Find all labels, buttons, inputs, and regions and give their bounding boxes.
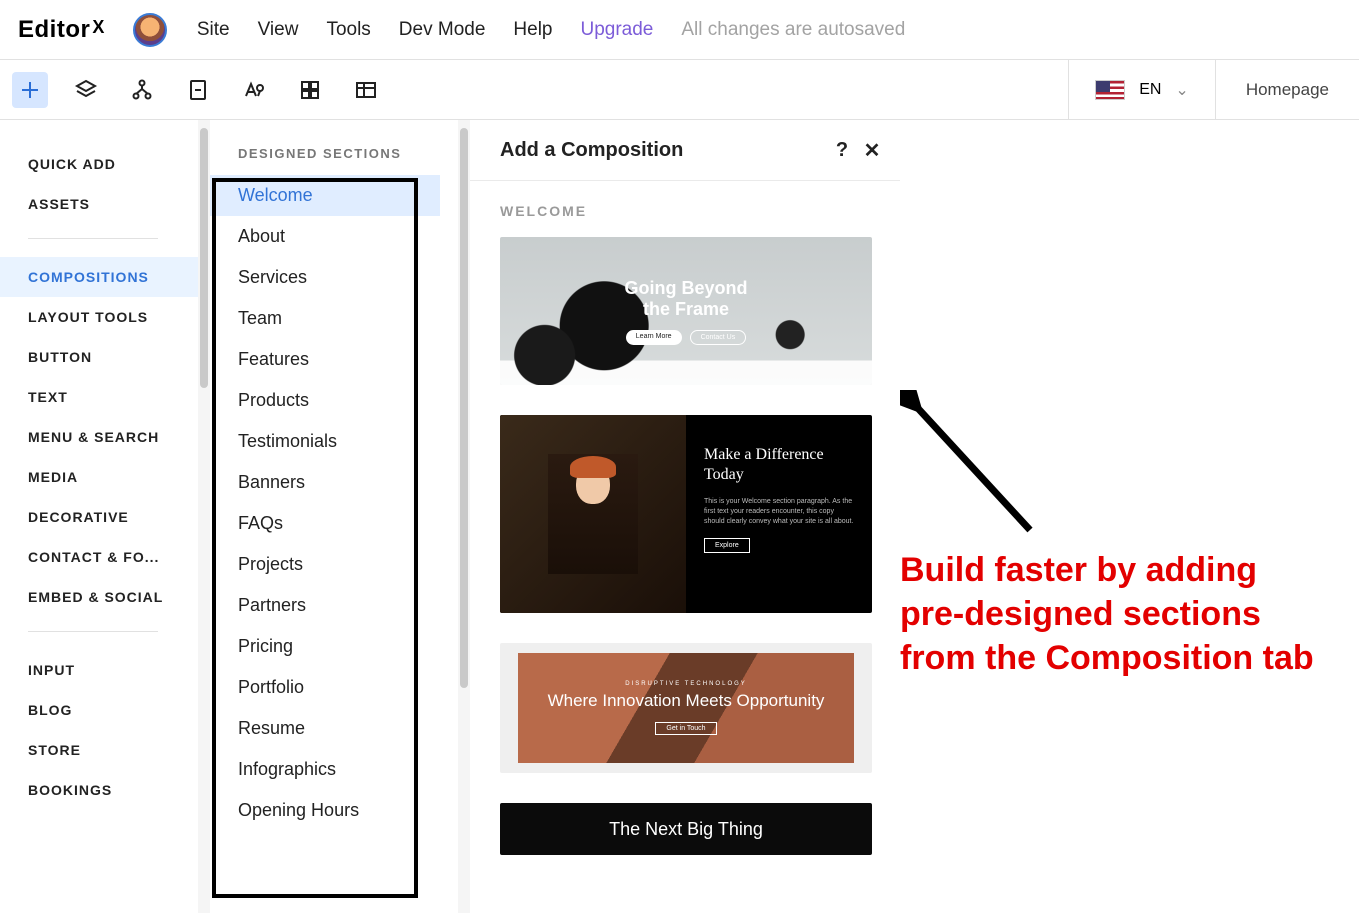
separator (28, 631, 158, 632)
section-infographics[interactable]: Infographics (210, 749, 470, 790)
preview-btn-explore: Explore (704, 538, 750, 553)
section-testimonials[interactable]: Testimonials (210, 421, 470, 462)
preview-inner: DISRUPTIVE TECHNOLOGY Where Innovation M… (518, 653, 854, 763)
section-resume[interactable]: Resume (210, 708, 470, 749)
portrait-image (548, 454, 638, 574)
preview-heading: The Next Big Thing (609, 819, 763, 840)
cat-contact-forms[interactable]: CONTACT & FO... (28, 537, 168, 577)
grid-icon[interactable] (292, 72, 328, 108)
composition-preview-2[interactable]: Make a Difference Today This is your Wel… (500, 415, 872, 613)
current-page-label: Homepage (1246, 80, 1329, 100)
user-avatar[interactable] (133, 13, 167, 47)
scrollbar-track[interactable] (198, 120, 210, 913)
language-selector[interactable]: EN ⌄ (1068, 60, 1215, 119)
composition-preview-3[interactable]: DISRUPTIVE TECHNOLOGY Where Innovation M… (500, 643, 872, 773)
preview-btn-learn-more: Learn More (626, 330, 682, 345)
preview-paragraph: This is your Welcome section paragraph. … (704, 497, 854, 526)
section-faqs[interactable]: FAQs (210, 503, 470, 544)
menu-view[interactable]: View (258, 19, 299, 41)
preview-eyebrow: DISRUPTIVE TECHNOLOGY (625, 681, 747, 687)
editorx-logo: EditorX (18, 16, 105, 44)
section-welcome[interactable]: Welcome (210, 175, 440, 216)
designed-sections-header: DESIGNED SECTIONS (210, 120, 470, 175)
cat-blog[interactable]: BLOG (28, 690, 210, 730)
toolbar-icon-row (0, 72, 384, 108)
panel-header: Add a Composition ? ✕ (470, 120, 900, 181)
section-pricing[interactable]: Pricing (210, 626, 470, 667)
separator (28, 238, 158, 239)
menu-site[interactable]: Site (197, 19, 230, 41)
scrollbar-thumb[interactable] (200, 128, 208, 388)
cat-bookings[interactable]: BOOKINGS (28, 770, 210, 810)
top-menu-bar: EditorX Site View Tools Dev Mode Help Up… (0, 0, 1359, 60)
add-panel-categories: QUICK ADD ASSETS COMPOSITIONS LAYOUT TOO… (0, 120, 210, 913)
menu-tools[interactable]: Tools (326, 19, 370, 41)
section-team[interactable]: Team (210, 298, 470, 339)
main-area: QUICK ADD ASSETS COMPOSITIONS LAYOUT TOO… (0, 120, 1359, 913)
cat-decorative[interactable]: DECORATIVE (28, 497, 210, 537)
cat-layout-tools[interactable]: LAYOUT TOOLS (28, 297, 210, 337)
preview-image-left (500, 415, 686, 613)
composition-preview-panel: Add a Composition ? ✕ WELCOME Going Beyo… (470, 120, 900, 913)
section-projects[interactable]: Projects (210, 544, 470, 585)
preview-btn-getintouch: Get in Touch (655, 722, 716, 735)
scrollbar-track[interactable] (458, 120, 470, 913)
preview-heading: Make a Difference Today (704, 445, 854, 485)
cat-media[interactable]: MEDIA (28, 457, 210, 497)
logo-suffix: X (92, 17, 105, 38)
page-selector[interactable]: Homepage (1215, 60, 1359, 119)
preview-heading-line2: the Frame (625, 299, 748, 320)
preview-btn-contact: Contact Us (690, 330, 747, 345)
preview-heading: Where Innovation Meets Opportunity (548, 691, 825, 711)
scrollbar-thumb[interactable] (460, 128, 468, 688)
close-icon[interactable]: ✕ (860, 138, 884, 162)
section-about[interactable]: About (210, 216, 470, 257)
section-banners[interactable]: Banners (210, 462, 470, 503)
cat-quick-add[interactable]: QUICK ADD (28, 144, 210, 184)
text-style-icon[interactable] (236, 72, 272, 108)
preview-text-right: Make a Difference Today This is your Wel… (686, 415, 872, 613)
cat-embed-social[interactable]: EMBED & SOCIAL (28, 577, 210, 617)
preview-section-label: WELCOME (500, 203, 874, 219)
menu-help[interactable]: Help (513, 19, 552, 41)
cat-assets[interactable]: ASSETS (28, 184, 210, 224)
panel-body: WELCOME Going Beyond the Frame Learn Mor… (470, 181, 900, 855)
menu-devmode[interactable]: Dev Mode (399, 19, 486, 41)
panel-title: Add a Composition (500, 139, 683, 162)
add-icon[interactable] (12, 72, 48, 108)
cat-button[interactable]: BUTTON (28, 337, 210, 377)
composition-preview-1[interactable]: Going Beyond the Frame Learn More Contac… (500, 237, 872, 385)
data-icon[interactable] (348, 72, 384, 108)
cat-input[interactable]: INPUT (28, 650, 210, 690)
flag-us-icon (1095, 80, 1125, 100)
section-portfolio[interactable]: Portfolio (210, 667, 470, 708)
section-products[interactable]: Products (210, 380, 470, 421)
logo-text: Editor (18, 16, 90, 44)
help-icon[interactable]: ? (830, 138, 854, 162)
top-menu: Site View Tools Dev Mode Help Upgrade (197, 19, 654, 41)
menu-upgrade[interactable]: Upgrade (580, 19, 653, 41)
cat-text[interactable]: TEXT (28, 377, 210, 417)
designed-sections-list: DESIGNED SECTIONS Welcome About Services… (210, 120, 470, 913)
chevron-down-icon: ⌄ (1175, 80, 1188, 100)
editor-toolbar: EN ⌄ Homepage (0, 60, 1359, 120)
autosave-status: All changes are autosaved (681, 19, 905, 41)
composition-preview-4[interactable]: The Next Big Thing (500, 803, 872, 855)
section-partners[interactable]: Partners (210, 585, 470, 626)
cat-menu-search[interactable]: MENU & SEARCH (28, 417, 210, 457)
section-features[interactable]: Features (210, 339, 470, 380)
page-icon[interactable] (180, 72, 216, 108)
language-code: EN (1139, 81, 1161, 99)
tree-icon[interactable] (124, 72, 160, 108)
preview-text: Going Beyond the Frame Learn More Contac… (625, 278, 748, 345)
layers-icon[interactable] (68, 72, 104, 108)
section-opening-hours[interactable]: Opening Hours (210, 790, 470, 831)
cat-store[interactable]: STORE (28, 730, 210, 770)
section-services[interactable]: Services (210, 257, 470, 298)
preview-heading-line1: Going Beyond (625, 278, 748, 299)
cat-compositions[interactable]: COMPOSITIONS (0, 257, 204, 297)
